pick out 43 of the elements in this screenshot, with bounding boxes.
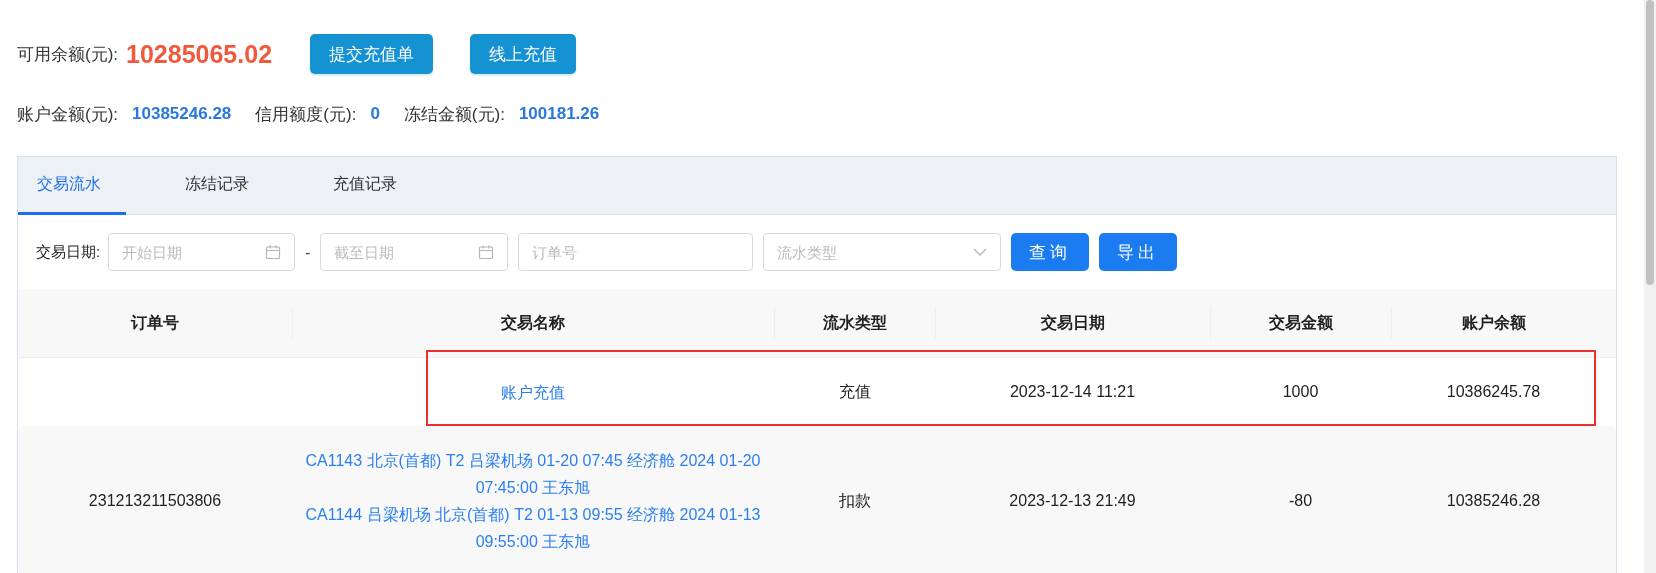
- start-date-field[interactable]: 开始日期: [108, 233, 296, 271]
- table-cell-text: 充值: [838, 381, 871, 402]
- date-label: 交易日期:: [36, 242, 101, 262]
- transaction-link[interactable]: 账户充值: [501, 378, 565, 406]
- column-header: 流水类型: [774, 289, 935, 357]
- action-button[interactable]: 提交充值单: [310, 34, 434, 74]
- table-cell: 2023-12-14 11:21: [1009, 383, 1136, 401]
- table-cell: 10385246.28: [1446, 492, 1541, 510]
- transaction-link[interactable]: CA1144 吕梁机场 北京(首都) T2 01-13 09:55 经济舱 2024 01-13 09:55:00 王东旭: [304, 501, 762, 555]
- column-header: 交易日期: [935, 289, 1210, 357]
- column-header: 账户余额: [1391, 289, 1596, 357]
- table-cell: 10386245.78: [1446, 383, 1541, 401]
- filter-button[interactable]: 查询: [1011, 233, 1090, 271]
- table-cell: 231213211503806: [88, 492, 222, 510]
- tab[interactable]: 交易流水: [18, 157, 126, 215]
- available-balance-value: 10285065.02: [126, 39, 273, 69]
- stat-label: 账户金额(元):: [17, 103, 119, 126]
- stat-label: 冻结金额(元):: [403, 103, 505, 126]
- stat-value: 0: [370, 104, 380, 124]
- end-date-field[interactable]: 截至日期: [320, 233, 509, 271]
- table-cell-text: 扣款: [838, 490, 871, 511]
- stat-value: 100181.26: [518, 104, 600, 124]
- date-separator: -: [305, 243, 311, 261]
- column-header: 订单号: [129, 312, 180, 333]
- order-number-field[interactable]: 订单号: [518, 233, 754, 271]
- stat-value: 10385246.28: [132, 104, 232, 124]
- table-cell: 1000: [1282, 383, 1319, 401]
- stat-label: 信用额度(元):: [255, 103, 357, 126]
- tab[interactable]: 冻结记录: [166, 157, 314, 215]
- calendar-icon: [478, 244, 495, 260]
- scrollbar[interactable]: [1644, 0, 1656, 573]
- table-cell: 2023-12-13 21:49: [1009, 492, 1136, 510]
- flow-type-select[interactable]: 流水类型: [763, 233, 1002, 271]
- column-header: 交易金额: [1210, 289, 1391, 357]
- filter-button[interactable]: 导出: [1099, 233, 1178, 271]
- available-balance-label: 可用余额(元):: [17, 43, 119, 66]
- action-button[interactable]: 线上充值: [470, 34, 577, 74]
- column-header: 交易名称: [292, 289, 774, 357]
- tab[interactable]: 充值记录: [314, 157, 462, 215]
- calendar-icon: [265, 244, 282, 260]
- chevron-down-icon: [973, 247, 988, 257]
- transaction-link[interactable]: CA1143 北京(首都) T2 吕梁机场 01-20 07:45 经济舱 2024 01-20 07:45:00 王东旭: [304, 447, 762, 501]
- table-cell: -80: [1288, 492, 1313, 510]
